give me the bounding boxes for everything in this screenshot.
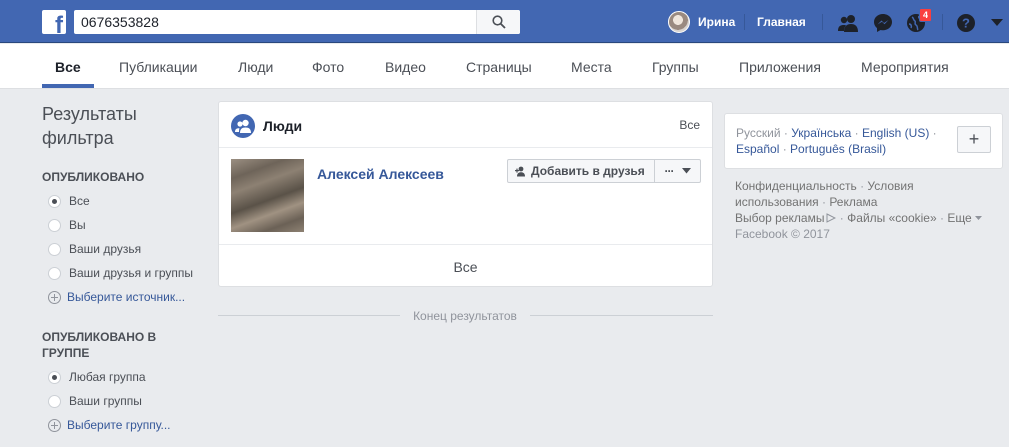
divider xyxy=(530,315,713,316)
tab-posts[interactable]: Публикации xyxy=(119,59,197,75)
divider xyxy=(219,244,712,245)
tab-all[interactable]: Все xyxy=(55,59,81,75)
more-options-button[interactable]: ··· xyxy=(654,159,701,183)
radio-button[interactable] xyxy=(48,370,61,384)
divider xyxy=(822,14,823,30)
add-friend-label: Добавить в друзья xyxy=(531,164,645,178)
end-of-results-label: Конец результатов xyxy=(413,309,517,323)
tab-photos[interactable]: Фото xyxy=(312,59,344,75)
filter-title: Результаты фильтра xyxy=(42,104,137,148)
radio-published-you[interactable]: Вы xyxy=(48,217,86,233)
caret-down-icon xyxy=(991,19,1003,26)
choose-source-label: Выберите источник... xyxy=(67,290,186,304)
language-list: Русский · Українська · English (US) · Es… xyxy=(736,126,937,156)
messenger-icon xyxy=(874,14,892,32)
radio-button[interactable] xyxy=(48,194,61,208)
search-icon xyxy=(491,15,506,29)
radio-label: Ваши друзья и группы xyxy=(69,266,194,280)
radio-group-yours[interactable]: Ваши группы xyxy=(48,393,142,409)
plus-circle-icon xyxy=(48,418,61,432)
radio-label: Ваши друзья xyxy=(69,242,142,256)
ad-choices-icon xyxy=(826,213,837,223)
people-icon xyxy=(231,114,255,138)
see-all-people-link[interactable]: Все xyxy=(219,259,712,275)
radio-label: Ваши группы xyxy=(69,394,142,408)
card-header: Люди Все xyxy=(219,102,712,148)
section-title: Люди xyxy=(263,118,303,134)
current-language: Русский xyxy=(736,126,781,140)
top-navigation-bar: f Ирина Главная 4 xyxy=(0,0,1009,43)
ads-link[interactable]: Реклама xyxy=(829,195,877,209)
tab-apps[interactable]: Приложения xyxy=(739,59,821,75)
radio-label: Все xyxy=(69,194,90,208)
search-box xyxy=(74,10,520,34)
profile-photo[interactable] xyxy=(231,159,304,232)
friend-requests-button[interactable] xyxy=(836,11,860,35)
tab-videos[interactable]: Видео xyxy=(385,59,426,75)
footer-links: Конфиденциальность · Условия использован… xyxy=(735,178,990,242)
choose-group-link[interactable]: Выберите группу... xyxy=(48,417,171,433)
more-footer-link[interactable]: Еще xyxy=(947,211,971,225)
radio-published-friends[interactable]: Ваши друзья xyxy=(48,241,141,257)
more-dots-icon: ··· xyxy=(664,164,675,178)
privacy-link[interactable]: Конфиденциальность xyxy=(735,179,857,193)
caret-down-icon xyxy=(681,168,691,174)
search-input[interactable] xyxy=(74,10,474,34)
search-button[interactable] xyxy=(476,10,520,34)
avatar xyxy=(668,11,690,33)
radio-label: Вы xyxy=(69,218,86,232)
home-link[interactable]: Главная xyxy=(757,15,806,29)
language-portuguese[interactable]: Português (Brasil) xyxy=(790,142,886,156)
choose-group-label: Выберите группу... xyxy=(67,418,171,432)
divider xyxy=(744,14,745,30)
search-tabs-bar: Все Публикации Люди Фото Видео Страницы … xyxy=(0,44,1009,89)
cookies-link[interactable]: Файлы «cookie» xyxy=(847,211,937,225)
add-friend-button[interactable]: Добавить в друзья xyxy=(507,159,655,183)
radio-published-friends-groups[interactable]: Ваши друзья и группы xyxy=(48,265,193,281)
messages-button[interactable] xyxy=(871,11,895,35)
filter-heading-published: ОПУБЛИКОВАНО xyxy=(42,170,145,184)
choose-source-link[interactable]: Выберите источник... xyxy=(48,289,185,305)
friends-icon xyxy=(838,15,858,32)
caret-down-icon xyxy=(974,216,982,220)
facebook-logo[interactable]: f xyxy=(42,10,66,34)
radio-published-all[interactable]: Все xyxy=(48,193,90,209)
people-glyph-icon xyxy=(235,119,251,133)
copyright-text: Facebook © 2017 xyxy=(735,227,830,241)
radio-button[interactable] xyxy=(48,394,61,408)
language-spanish[interactable]: Español xyxy=(736,142,779,156)
see-all-link[interactable]: Все xyxy=(679,118,700,132)
facebook-logo-letter: f xyxy=(55,12,63,35)
language-selector-box: Русский · Українська · English (US) · Es… xyxy=(724,113,1003,169)
plus-circle-icon xyxy=(48,290,61,304)
radio-button[interactable] xyxy=(48,218,61,232)
notification-count-badge: 4 xyxy=(919,8,933,22)
account-menu-button[interactable] xyxy=(985,11,1009,35)
profile-link[interactable]: Ирина xyxy=(668,11,735,33)
profile-name: Ирина xyxy=(698,15,736,29)
help-icon: ? xyxy=(957,14,975,32)
radio-label: Любая группа xyxy=(69,370,146,384)
people-results-card: Люди Все Алексей Алексеев Добавить в дру… xyxy=(218,101,713,287)
tab-places[interactable]: Места xyxy=(571,59,612,75)
radio-button[interactable] xyxy=(48,242,61,256)
filter-heading-group: ОПУБЛИКОВАНО В ГРУППЕ xyxy=(42,330,157,360)
tab-people[interactable]: Люди xyxy=(238,59,273,75)
radio-button[interactable] xyxy=(48,266,61,280)
language-ukrainian[interactable]: Українська xyxy=(791,126,851,140)
tab-pages[interactable]: Страницы xyxy=(466,59,532,75)
tab-groups[interactable]: Группы xyxy=(652,59,699,75)
radio-group-any[interactable]: Любая группа xyxy=(48,369,146,385)
add-language-button[interactable]: + xyxy=(957,126,991,153)
tab-events[interactable]: Мероприятия xyxy=(861,59,949,75)
language-english[interactable]: English (US) xyxy=(862,126,929,140)
help-button[interactable]: ? xyxy=(954,11,978,35)
add-friend-icon xyxy=(515,166,525,176)
svg-text:?: ? xyxy=(962,16,970,31)
ad-choices-link[interactable]: Выбор рекламы xyxy=(735,211,824,225)
divider xyxy=(218,315,400,316)
active-tab-indicator xyxy=(42,84,94,88)
person-name-link[interactable]: Алексей Алексеев xyxy=(317,166,444,182)
divider xyxy=(942,14,943,30)
